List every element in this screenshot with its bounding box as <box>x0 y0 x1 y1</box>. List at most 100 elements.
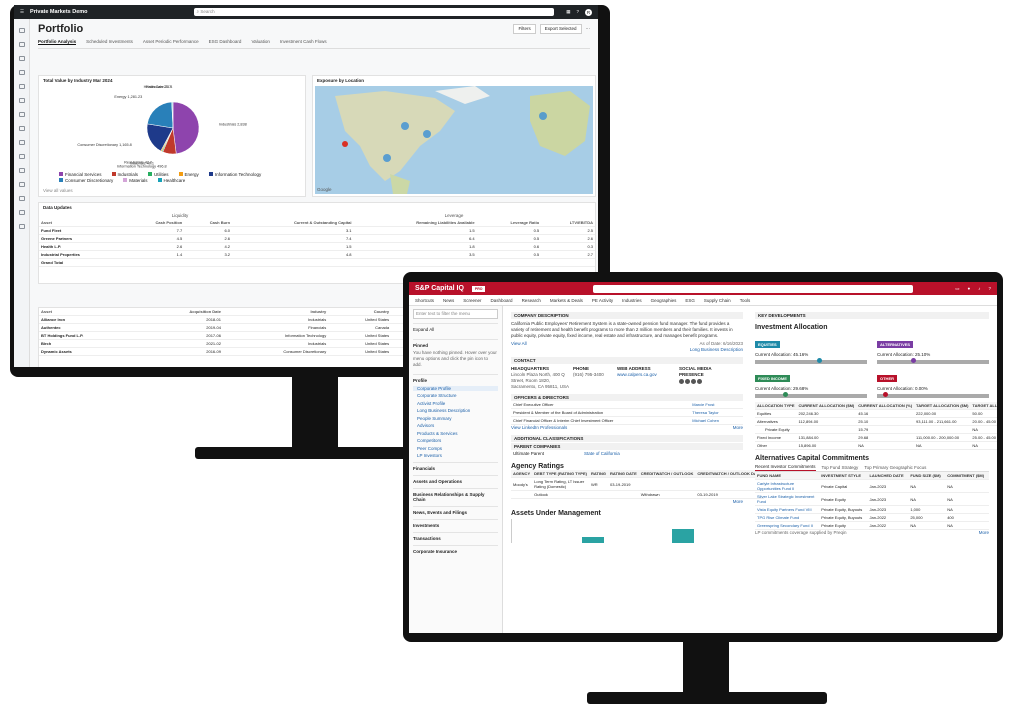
ciq-logo[interactable]: S&P Capital IQ <box>415 285 464 292</box>
more-icon[interactable]: ⋯ <box>586 26 591 32</box>
officers-more-link[interactable]: More <box>733 425 743 431</box>
column-header[interactable]: CURRENT ALLOCATION (%) <box>856 402 915 410</box>
column-header[interactable]: COMMITMENT ($M) <box>945 472 989 480</box>
list-icon[interactable] <box>18 112 25 117</box>
pie-legend-item[interactable]: Healthcare <box>157 178 185 184</box>
star-icon[interactable] <box>18 70 25 75</box>
map-pin[interactable] <box>342 141 348 147</box>
column-header[interactable]: CREDITWATCH / OUTLOOK <box>638 470 696 478</box>
chart-icon[interactable] <box>18 84 25 89</box>
exposure-map[interactable]: Google <box>315 86 593 194</box>
bell-icon[interactable]: ♪ <box>978 286 980 292</box>
table-icon[interactable] <box>18 154 25 159</box>
nav-item[interactable]: Geographies <box>651 298 677 303</box>
profile-menu-item[interactable]: People Summary <box>413 416 498 421</box>
tab-asset-periodic-performance[interactable]: Asset Periodic Performance <box>143 39 199 45</box>
column-header[interactable]: RATING <box>588 470 608 478</box>
profile-menu-item[interactable]: LP Investors <box>413 453 498 458</box>
building-icon[interactable] <box>18 98 25 103</box>
column-header[interactable]: TARGET ALLOCATION (%) <box>970 402 997 410</box>
menu-icon[interactable]: ☰ <box>20 9 24 15</box>
calendar-icon[interactable] <box>18 140 25 145</box>
nav-item[interactable]: Shortcuts <box>415 298 434 303</box>
fund-name-link[interactable]: Greenspring Secondary Fund II <box>755 521 820 530</box>
export-button[interactable]: Export Selected <box>539 24 582 34</box>
profile-menu-item[interactable]: Activist Profile <box>413 401 498 406</box>
ultimate-parent-value[interactable]: State of California <box>584 451 620 457</box>
pie-slice[interactable] <box>172 101 200 155</box>
pie-slice[interactable] <box>147 101 174 129</box>
profile-menu-item[interactable]: Advisors <box>413 423 498 428</box>
pie-legend-item[interactable]: Information Technology <box>208 172 261 178</box>
nav-item[interactable]: Tools <box>740 298 751 303</box>
column-header[interactable]: Acquisition Date <box>143 308 223 316</box>
folder-icon[interactable]: ▭ <box>955 286 959 292</box>
tab-valuation[interactable]: Valuation <box>251 39 269 45</box>
contact-web-value[interactable]: www.calpers.ca.gov <box>617 372 675 378</box>
left-section-header[interactable]: Business Relationships & Supply Chain <box>413 488 498 502</box>
menu-filter-input[interactable]: Enter text to filter the menu <box>413 309 498 319</box>
column-header[interactable]: LAUNCHED DATE <box>867 472 909 480</box>
clock-icon[interactable] <box>18 56 25 61</box>
profile-menu-item[interactable]: Corporate Profile <box>413 385 498 391</box>
nav-item[interactable]: Dashboard <box>491 298 513 303</box>
column-header[interactable]: TARGET ALLOCATION ($M) <box>914 402 971 410</box>
left-section-header[interactable]: Financials <box>413 462 498 471</box>
key-developments-title[interactable]: KEY DEVELOPMENTS <box>755 312 989 319</box>
pinned-header[interactable]: Pinned <box>413 339 498 348</box>
long-desc-link[interactable]: Long Business Description <box>511 347 743 353</box>
help-icon[interactable]: ? <box>576 9 579 15</box>
table-row[interactable]: Industrial Properties 1.4 3.2 4.8 3.5 0.5 2.7 <box>39 250 595 259</box>
column-header[interactable]: CURRENT ALLOCATION ($M) <box>796 402 857 410</box>
settings-icon[interactable] <box>18 210 25 215</box>
nav-item[interactable]: Research <box>522 298 541 303</box>
nav-item[interactable]: Supply Chain <box>704 298 731 303</box>
tab-investment-cash-flows[interactable]: Investment Cash Flows <box>280 39 327 45</box>
fund-name-link[interactable]: Silver Lake Strategic Investment Fund <box>755 492 820 506</box>
alt-more-link[interactable]: More <box>979 530 989 536</box>
left-section-header[interactable]: Transactions <box>413 532 498 541</box>
user-icon[interactable]: ● <box>968 286 971 292</box>
nav-item[interactable]: Markets & Deals <box>550 298 583 303</box>
column-header[interactable]: AGENCY <box>511 470 533 478</box>
parent-title[interactable]: PARENT COMPANIES <box>511 443 743 450</box>
view-all-link[interactable]: View All <box>511 341 527 347</box>
view-all-values-link[interactable]: View all values <box>43 188 73 194</box>
tab-top-fund-strategy[interactable]: Top Fund Strategy <box>822 465 859 471</box>
tab-esg-dashboard[interactable]: ESG Dashboard <box>209 39 242 45</box>
tab-top-geographic-focus[interactable]: Top Primary Geographic Focus <box>864 465 926 471</box>
global-search-input[interactable]: ⌕ Search <box>193 8 554 16</box>
column-header[interactable]: Remaining Liabilities Available <box>353 219 477 227</box>
tab-recent-investor-commitments[interactable]: Recent Investor Commitments <box>755 464 816 471</box>
column-header[interactable]: Asset <box>39 219 124 227</box>
grid-icon[interactable]: ▦ <box>566 9 570 15</box>
column-header[interactable]: RATING DATE <box>608 470 639 478</box>
column-header[interactable]: Leverage Ratio <box>476 219 542 227</box>
ciq-search-input[interactable] <box>593 284 914 293</box>
avatar[interactable]: R <box>585 8 592 16</box>
pie-legend-item[interactable]: Consumer Discretionary <box>59 178 113 184</box>
left-section-header[interactable]: News, Events and Filings <box>413 506 498 515</box>
globe-icon[interactable] <box>18 42 25 47</box>
profile-menu-item[interactable]: Corporate Structure <box>413 393 498 398</box>
column-header[interactable]: Asset <box>39 308 144 316</box>
agency-more-link[interactable]: More <box>511 499 743 505</box>
facebook-icon[interactable] <box>685 379 690 384</box>
fund-name-link[interactable]: Vista Equity Partners Fund VIII <box>755 505 820 514</box>
profile-menu-item[interactable]: Products & Services <box>413 431 498 436</box>
nav-item[interactable]: News <box>443 298 454 303</box>
youtube-icon[interactable] <box>691 379 696 384</box>
left-section-header[interactable]: Corporate Insurance <box>413 545 498 554</box>
officer-name[interactable]: Theresa Taylor <box>690 408 743 417</box>
column-header[interactable]: DEBT TYPE (RATING TYPE) <box>532 470 589 478</box>
table-row[interactable]: Fund Fleet 7.7 6.0 3.1 1.5 0.5 2.5 <box>39 226 595 235</box>
app-title[interactable]: Private Markets Demo <box>30 9 87 16</box>
nav-item[interactable]: Industries <box>622 298 642 303</box>
officer-name[interactable]: Marcie Frost <box>690 401 743 409</box>
twitter-icon[interactable] <box>679 379 684 384</box>
folder-icon[interactable] <box>18 182 25 187</box>
user-icon[interactable] <box>18 196 25 201</box>
linkedin-icon[interactable] <box>697 379 702 384</box>
left-section-header[interactable]: Investments <box>413 519 498 528</box>
column-header[interactable]: Cash Burn <box>184 219 233 227</box>
